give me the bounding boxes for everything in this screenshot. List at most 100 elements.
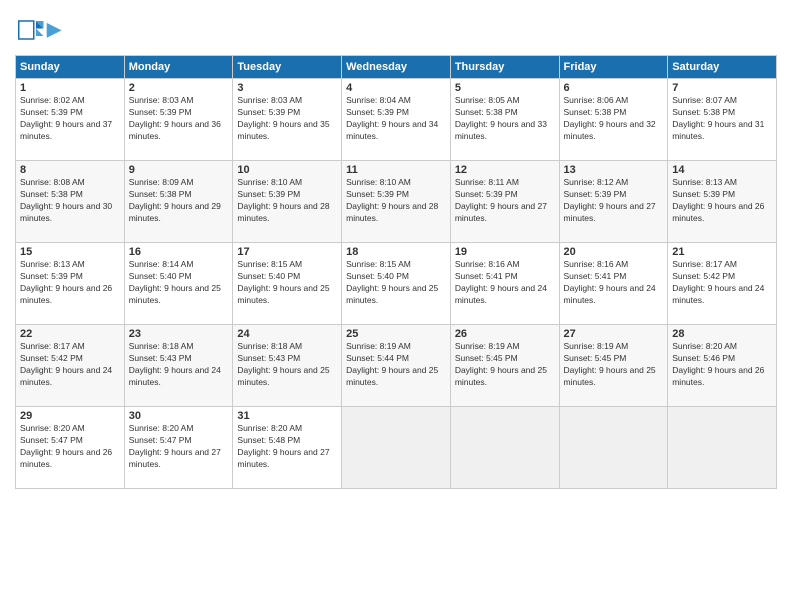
calendar-week-row: 15Sunrise: 8:13 AMSunset: 5:39 PMDayligh… bbox=[16, 243, 777, 325]
cell-info: Sunrise: 8:13 AMSunset: 5:39 PMDaylight:… bbox=[672, 177, 764, 223]
cell-info: Sunrise: 8:03 AMSunset: 5:39 PMDaylight:… bbox=[129, 95, 221, 141]
day-number: 6 bbox=[564, 82, 664, 94]
calendar-cell: 2Sunrise: 8:03 AMSunset: 5:39 PMDaylight… bbox=[124, 79, 233, 161]
cell-info: Sunrise: 8:10 AMSunset: 5:39 PMDaylight:… bbox=[237, 177, 329, 223]
cell-info: Sunrise: 8:20 AMSunset: 5:47 PMDaylight:… bbox=[129, 423, 221, 469]
day-number: 15 bbox=[20, 246, 120, 258]
day-number: 20 bbox=[564, 246, 664, 258]
day-number: 18 bbox=[346, 246, 446, 258]
calendar-cell: 23Sunrise: 8:18 AMSunset: 5:43 PMDayligh… bbox=[124, 325, 233, 407]
logo: ▶ bbox=[15, 15, 61, 45]
cell-info: Sunrise: 8:11 AMSunset: 5:39 PMDaylight:… bbox=[455, 177, 547, 223]
calendar-cell: 8Sunrise: 8:08 AMSunset: 5:38 PMDaylight… bbox=[16, 161, 125, 243]
cell-info: Sunrise: 8:20 AMSunset: 5:48 PMDaylight:… bbox=[237, 423, 329, 469]
calendar-cell bbox=[668, 407, 777, 489]
day-number: 31 bbox=[237, 410, 337, 422]
calendar-cell: 10Sunrise: 8:10 AMSunset: 5:39 PMDayligh… bbox=[233, 161, 342, 243]
logo-icon bbox=[15, 15, 45, 45]
cell-info: Sunrise: 8:17 AMSunset: 5:42 PMDaylight:… bbox=[672, 259, 764, 305]
weekday-header: Thursday bbox=[450, 56, 559, 79]
day-number: 21 bbox=[672, 246, 772, 258]
calendar-cell: 17Sunrise: 8:15 AMSunset: 5:40 PMDayligh… bbox=[233, 243, 342, 325]
calendar-cell: 20Sunrise: 8:16 AMSunset: 5:41 PMDayligh… bbox=[559, 243, 668, 325]
cell-info: Sunrise: 8:10 AMSunset: 5:39 PMDaylight:… bbox=[346, 177, 438, 223]
cell-info: Sunrise: 8:20 AMSunset: 5:47 PMDaylight:… bbox=[20, 423, 112, 469]
calendar-cell: 15Sunrise: 8:13 AMSunset: 5:39 PMDayligh… bbox=[16, 243, 125, 325]
cell-info: Sunrise: 8:15 AMSunset: 5:40 PMDaylight:… bbox=[346, 259, 438, 305]
cell-info: Sunrise: 8:08 AMSunset: 5:38 PMDaylight:… bbox=[20, 177, 112, 223]
weekday-header: Sunday bbox=[16, 56, 125, 79]
cell-info: Sunrise: 8:07 AMSunset: 5:38 PMDaylight:… bbox=[672, 95, 764, 141]
day-number: 2 bbox=[129, 82, 229, 94]
calendar-cell: 22Sunrise: 8:17 AMSunset: 5:42 PMDayligh… bbox=[16, 325, 125, 407]
calendar-week-row: 22Sunrise: 8:17 AMSunset: 5:42 PMDayligh… bbox=[16, 325, 777, 407]
calendar-cell: 6Sunrise: 8:06 AMSunset: 5:38 PMDaylight… bbox=[559, 79, 668, 161]
weekday-header: Friday bbox=[559, 56, 668, 79]
day-number: 3 bbox=[237, 82, 337, 94]
calendar-cell: 11Sunrise: 8:10 AMSunset: 5:39 PMDayligh… bbox=[342, 161, 451, 243]
cell-info: Sunrise: 8:04 AMSunset: 5:39 PMDaylight:… bbox=[346, 95, 438, 141]
cell-info: Sunrise: 8:16 AMSunset: 5:41 PMDaylight:… bbox=[564, 259, 656, 305]
cell-info: Sunrise: 8:05 AMSunset: 5:38 PMDaylight:… bbox=[455, 95, 547, 141]
calendar-header-row: SundayMondayTuesdayWednesdayThursdayFrid… bbox=[16, 56, 777, 79]
logo-text: ▶ bbox=[47, 20, 61, 40]
calendar-cell: 19Sunrise: 8:16 AMSunset: 5:41 PMDayligh… bbox=[450, 243, 559, 325]
calendar-cell bbox=[342, 407, 451, 489]
calendar-cell: 29Sunrise: 8:20 AMSunset: 5:47 PMDayligh… bbox=[16, 407, 125, 489]
calendar-cell: 18Sunrise: 8:15 AMSunset: 5:40 PMDayligh… bbox=[342, 243, 451, 325]
page-container: ▶ SundayMondayTuesdayWednesdayThursdayFr… bbox=[0, 0, 792, 499]
day-number: 9 bbox=[129, 164, 229, 176]
calendar-table: SundayMondayTuesdayWednesdayThursdayFrid… bbox=[15, 55, 777, 489]
day-number: 29 bbox=[20, 410, 120, 422]
calendar-week-row: 29Sunrise: 8:20 AMSunset: 5:47 PMDayligh… bbox=[16, 407, 777, 489]
calendar-cell: 21Sunrise: 8:17 AMSunset: 5:42 PMDayligh… bbox=[668, 243, 777, 325]
cell-info: Sunrise: 8:09 AMSunset: 5:38 PMDaylight:… bbox=[129, 177, 221, 223]
day-number: 16 bbox=[129, 246, 229, 258]
weekday-header: Saturday bbox=[668, 56, 777, 79]
day-number: 1 bbox=[20, 82, 120, 94]
calendar-cell: 31Sunrise: 8:20 AMSunset: 5:48 PMDayligh… bbox=[233, 407, 342, 489]
day-number: 25 bbox=[346, 328, 446, 340]
day-number: 4 bbox=[346, 82, 446, 94]
calendar-cell: 9Sunrise: 8:09 AMSunset: 5:38 PMDaylight… bbox=[124, 161, 233, 243]
calendar-cell: 27Sunrise: 8:19 AMSunset: 5:45 PMDayligh… bbox=[559, 325, 668, 407]
cell-info: Sunrise: 8:18 AMSunset: 5:43 PMDaylight:… bbox=[129, 341, 221, 387]
calendar-cell: 5Sunrise: 8:05 AMSunset: 5:38 PMDaylight… bbox=[450, 79, 559, 161]
cell-info: Sunrise: 8:19 AMSunset: 5:44 PMDaylight:… bbox=[346, 341, 438, 387]
cell-info: Sunrise: 8:06 AMSunset: 5:38 PMDaylight:… bbox=[564, 95, 656, 141]
calendar-cell: 24Sunrise: 8:18 AMSunset: 5:43 PMDayligh… bbox=[233, 325, 342, 407]
cell-info: Sunrise: 8:16 AMSunset: 5:41 PMDaylight:… bbox=[455, 259, 547, 305]
cell-info: Sunrise: 8:15 AMSunset: 5:40 PMDaylight:… bbox=[237, 259, 329, 305]
day-number: 30 bbox=[129, 410, 229, 422]
day-number: 10 bbox=[237, 164, 337, 176]
calendar-cell bbox=[450, 407, 559, 489]
calendar-cell: 12Sunrise: 8:11 AMSunset: 5:39 PMDayligh… bbox=[450, 161, 559, 243]
weekday-header: Tuesday bbox=[233, 56, 342, 79]
day-number: 27 bbox=[564, 328, 664, 340]
day-number: 14 bbox=[672, 164, 772, 176]
calendar-cell: 26Sunrise: 8:19 AMSunset: 5:45 PMDayligh… bbox=[450, 325, 559, 407]
day-number: 11 bbox=[346, 164, 446, 176]
calendar-cell: 25Sunrise: 8:19 AMSunset: 5:44 PMDayligh… bbox=[342, 325, 451, 407]
day-number: 19 bbox=[455, 246, 555, 258]
calendar-cell: 7Sunrise: 8:07 AMSunset: 5:38 PMDaylight… bbox=[668, 79, 777, 161]
calendar-week-row: 8Sunrise: 8:08 AMSunset: 5:38 PMDaylight… bbox=[16, 161, 777, 243]
cell-info: Sunrise: 8:12 AMSunset: 5:39 PMDaylight:… bbox=[564, 177, 656, 223]
cell-info: Sunrise: 8:20 AMSunset: 5:46 PMDaylight:… bbox=[672, 341, 764, 387]
calendar-cell: 1Sunrise: 8:02 AMSunset: 5:39 PMDaylight… bbox=[16, 79, 125, 161]
day-number: 26 bbox=[455, 328, 555, 340]
page-header: ▶ bbox=[15, 15, 777, 45]
cell-info: Sunrise: 8:14 AMSunset: 5:40 PMDaylight:… bbox=[129, 259, 221, 305]
calendar-cell: 3Sunrise: 8:03 AMSunset: 5:39 PMDaylight… bbox=[233, 79, 342, 161]
calendar-cell: 14Sunrise: 8:13 AMSunset: 5:39 PMDayligh… bbox=[668, 161, 777, 243]
cell-info: Sunrise: 8:18 AMSunset: 5:43 PMDaylight:… bbox=[237, 341, 329, 387]
day-number: 13 bbox=[564, 164, 664, 176]
day-number: 12 bbox=[455, 164, 555, 176]
cell-info: Sunrise: 8:03 AMSunset: 5:39 PMDaylight:… bbox=[237, 95, 329, 141]
day-number: 22 bbox=[20, 328, 120, 340]
day-number: 5 bbox=[455, 82, 555, 94]
day-number: 28 bbox=[672, 328, 772, 340]
day-number: 17 bbox=[237, 246, 337, 258]
day-number: 24 bbox=[237, 328, 337, 340]
calendar-week-row: 1Sunrise: 8:02 AMSunset: 5:39 PMDaylight… bbox=[16, 79, 777, 161]
